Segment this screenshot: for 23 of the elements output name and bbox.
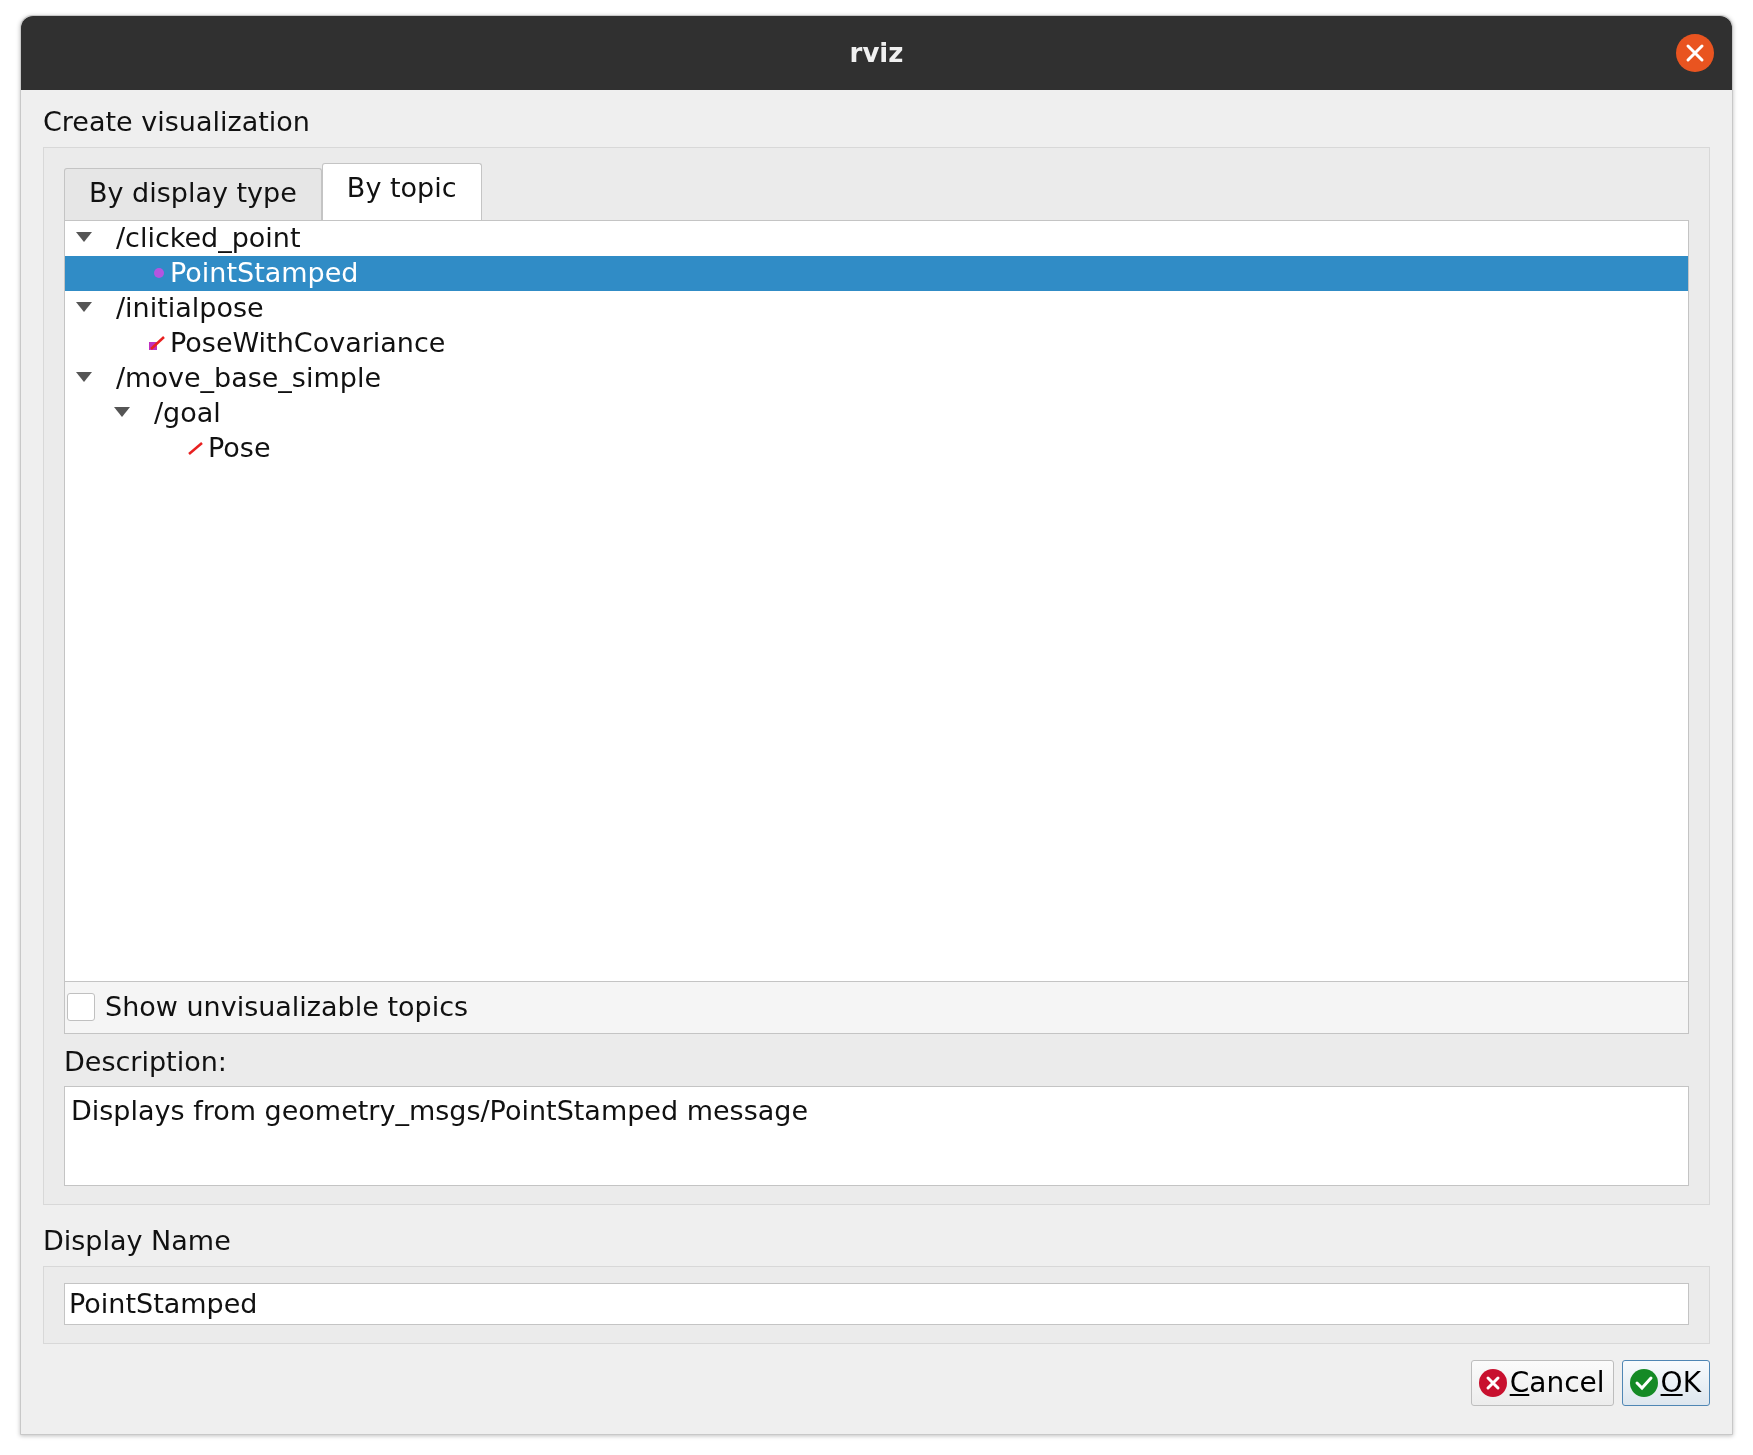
- checkbox-label[interactable]: Show unvisualizable topics: [105, 986, 469, 1028]
- window-title: rviz: [849, 36, 904, 70]
- description-text: Displays from geometry_msgs/PointStamped message: [71, 1095, 809, 1126]
- tree-item[interactable]: /clicked_point: [113, 222, 301, 254]
- tree-item[interactable]: Pose: [205, 432, 271, 464]
- close-button[interactable]: [1676, 34, 1714, 72]
- check-icon: [1628, 1367, 1659, 1398]
- tab[interactable]: By topic: [321, 162, 482, 220]
- display-name-field[interactable]: PointStamped: [64, 1282, 1689, 1325]
- tree-item[interactable]: PoseWithCovariance: [167, 327, 446, 359]
- tree-item[interactable]: /move_base_simple: [113, 362, 381, 394]
- description-label: Description:: [64, 1044, 228, 1079]
- cancel-icon: [1477, 1367, 1508, 1398]
- checkbox[interactable]: [67, 993, 95, 1021]
- tree-item[interactable]: PointStamped: [167, 257, 359, 289]
- dialog-button[interactable]: Cancel: [1470, 1359, 1614, 1406]
- tree-item[interactable]: /initialpose: [113, 292, 264, 324]
- tree-item[interactable]: /goal: [151, 397, 221, 429]
- arrow-icon: [147, 333, 167, 353]
- dialog-button[interactable]: OK: [1621, 1359, 1710, 1406]
- section-heading: Create visualization: [43, 105, 310, 139]
- tab[interactable]: By display type: [64, 167, 322, 220]
- display-name-label: Display Name: [43, 1224, 232, 1258]
